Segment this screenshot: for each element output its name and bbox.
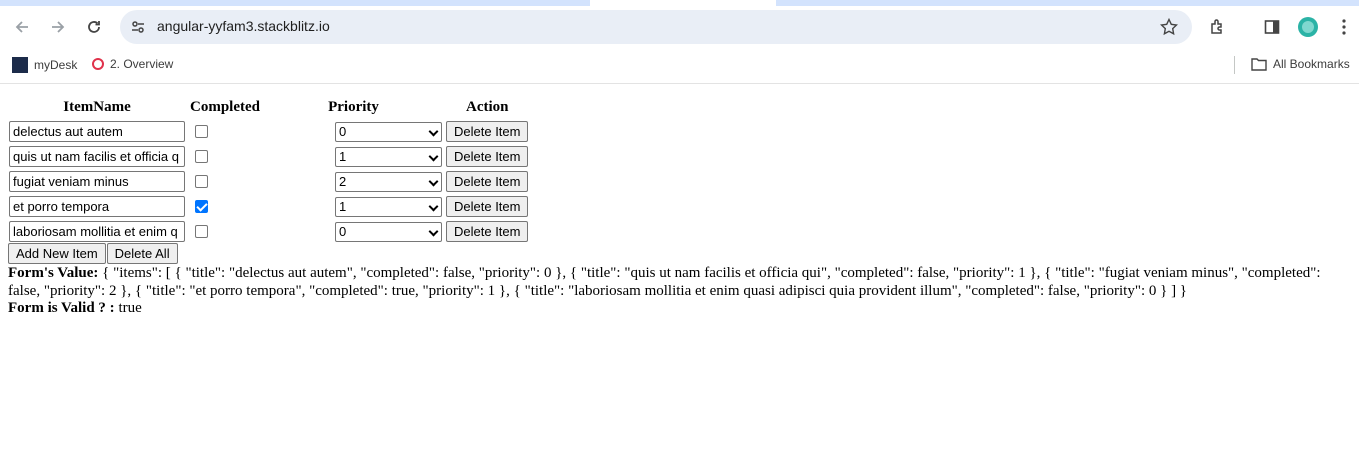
cell-priority: 2 xyxy=(264,170,443,193)
forward-icon[interactable] xyxy=(46,15,70,39)
bookmark-label: myDesk xyxy=(34,58,78,72)
table-row: 2 Delete Item xyxy=(8,170,529,193)
cell-completed xyxy=(188,145,262,168)
priority-select[interactable]: 0 xyxy=(335,221,442,242)
completed-checkbox[interactable] xyxy=(195,225,208,239)
profile-avatar-icon[interactable] xyxy=(1296,15,1320,39)
bookmarks-bar: myDesk 2. Overview All Bookmarks xyxy=(0,48,1359,84)
all-bookmarks-label: All Bookmarks xyxy=(1273,57,1350,71)
form-buttons: Add New Item Delete All xyxy=(8,243,178,264)
add-new-item-button[interactable]: Add New Item xyxy=(8,243,106,264)
all-bookmarks-button[interactable]: All Bookmarks xyxy=(1251,57,1350,71)
cell-title xyxy=(8,195,186,218)
cell-completed xyxy=(188,170,262,193)
opera-icon xyxy=(92,58,104,70)
cell-priority: 0 xyxy=(264,220,443,243)
priority-value: 1 xyxy=(339,148,347,164)
table-row: 0 Delete Item xyxy=(8,220,529,243)
bookmark-mydesk[interactable]: myDesk xyxy=(12,57,77,73)
priority-select[interactable]: 0 xyxy=(335,121,442,142)
delete-item-button[interactable]: Delete Item xyxy=(446,196,529,217)
form-value-text: { "items": [ { "title": "delectus aut au… xyxy=(8,265,1321,299)
cell-completed xyxy=(188,195,262,218)
back-icon[interactable] xyxy=(10,15,34,39)
page-content: ItemName Completed Priority Action 0 Dele… xyxy=(0,85,1359,471)
cell-completed xyxy=(188,120,262,143)
priority-value: 0 xyxy=(339,223,347,239)
bookmark-divider xyxy=(1234,56,1235,74)
chevron-down-icon xyxy=(428,126,439,136)
form-valid: Form is Valid ? : true xyxy=(8,300,142,317)
cell-title xyxy=(8,145,186,168)
header-action: Action xyxy=(465,99,509,115)
form-valid-label: Form is Valid ? : xyxy=(8,300,115,316)
bookmark-overview[interactable]: 2. Overview xyxy=(92,57,173,71)
cell-action: Delete Item xyxy=(445,170,529,193)
priority-select[interactable]: 1 xyxy=(335,196,442,217)
completed-checkbox[interactable] xyxy=(195,150,208,164)
cell-title xyxy=(8,170,186,193)
extensions-icon[interactable] xyxy=(1206,15,1230,39)
item-title-input[interactable] xyxy=(9,146,185,167)
cell-priority: 1 xyxy=(264,145,443,168)
header-itemname: ItemName xyxy=(63,99,131,115)
item-title-input[interactable] xyxy=(9,121,185,142)
form-value-label: Form's Value: xyxy=(8,265,99,281)
form-value: Form's Value: { "items": [ { "title": "d… xyxy=(8,264,1354,300)
address-bar[interactable]: angular-yyfam3.stackblitz.io xyxy=(120,10,1192,44)
delete-item-button[interactable]: Delete Item xyxy=(446,221,529,242)
cell-priority: 1 xyxy=(264,195,443,218)
url-text[interactable]: angular-yyfam3.stackblitz.io xyxy=(157,18,330,34)
form-valid-value: true xyxy=(118,300,142,316)
morgan-stanley-icon xyxy=(12,57,28,73)
delete-item-button[interactable]: Delete Item xyxy=(446,121,529,142)
browser-toolbar: angular-yyfam3.stackblitz.io xyxy=(0,6,1359,48)
side-panel-icon[interactable] xyxy=(1260,15,1284,39)
priority-value: 2 xyxy=(339,173,347,189)
header-completed: Completed xyxy=(190,99,260,115)
table-header-row: ItemName Completed Priority Action xyxy=(8,97,529,118)
priority-value: 0 xyxy=(339,123,347,139)
item-title-input[interactable] xyxy=(9,196,185,217)
completed-checkbox[interactable] xyxy=(195,175,208,189)
completed-checkbox[interactable] xyxy=(195,200,208,214)
items-table: ItemName Completed Priority Action 0 Dele… xyxy=(6,95,531,245)
delete-all-button[interactable]: Delete All xyxy=(106,243,178,264)
bookmark-star-icon[interactable] xyxy=(1159,17,1179,41)
cell-completed xyxy=(188,220,262,243)
cell-action: Delete Item xyxy=(445,120,529,143)
table-row: 1 Delete Item xyxy=(8,195,529,218)
cell-action: Delete Item xyxy=(445,195,529,218)
chevron-down-icon xyxy=(428,226,439,236)
chevron-down-icon xyxy=(428,201,439,211)
table-row: 0 Delete Item xyxy=(8,120,529,143)
cell-title xyxy=(8,120,186,143)
cell-priority: 0 xyxy=(264,120,443,143)
header-priority: Priority xyxy=(328,99,379,115)
item-title-input[interactable] xyxy=(9,171,185,192)
completed-checkbox[interactable] xyxy=(195,125,208,139)
reload-icon[interactable] xyxy=(82,15,106,39)
cell-action: Delete Item xyxy=(445,145,529,168)
bookmark-label: 2. Overview xyxy=(110,57,174,71)
priority-select[interactable]: 2 xyxy=(335,171,442,192)
cell-title xyxy=(8,220,186,243)
site-info-icon[interactable] xyxy=(130,19,146,40)
priority-select[interactable]: 1 xyxy=(335,146,442,167)
item-title-input[interactable] xyxy=(9,221,185,242)
chevron-down-icon xyxy=(428,151,439,161)
chevron-down-icon xyxy=(428,176,439,186)
table-row: 1 Delete Item xyxy=(8,145,529,168)
delete-item-button[interactable]: Delete Item xyxy=(446,171,529,192)
folder-icon xyxy=(1251,58,1267,71)
cell-action: Delete Item xyxy=(445,220,529,243)
priority-value: 1 xyxy=(339,198,347,214)
menu-icon[interactable] xyxy=(1332,15,1356,39)
delete-item-button[interactable]: Delete Item xyxy=(446,146,529,167)
